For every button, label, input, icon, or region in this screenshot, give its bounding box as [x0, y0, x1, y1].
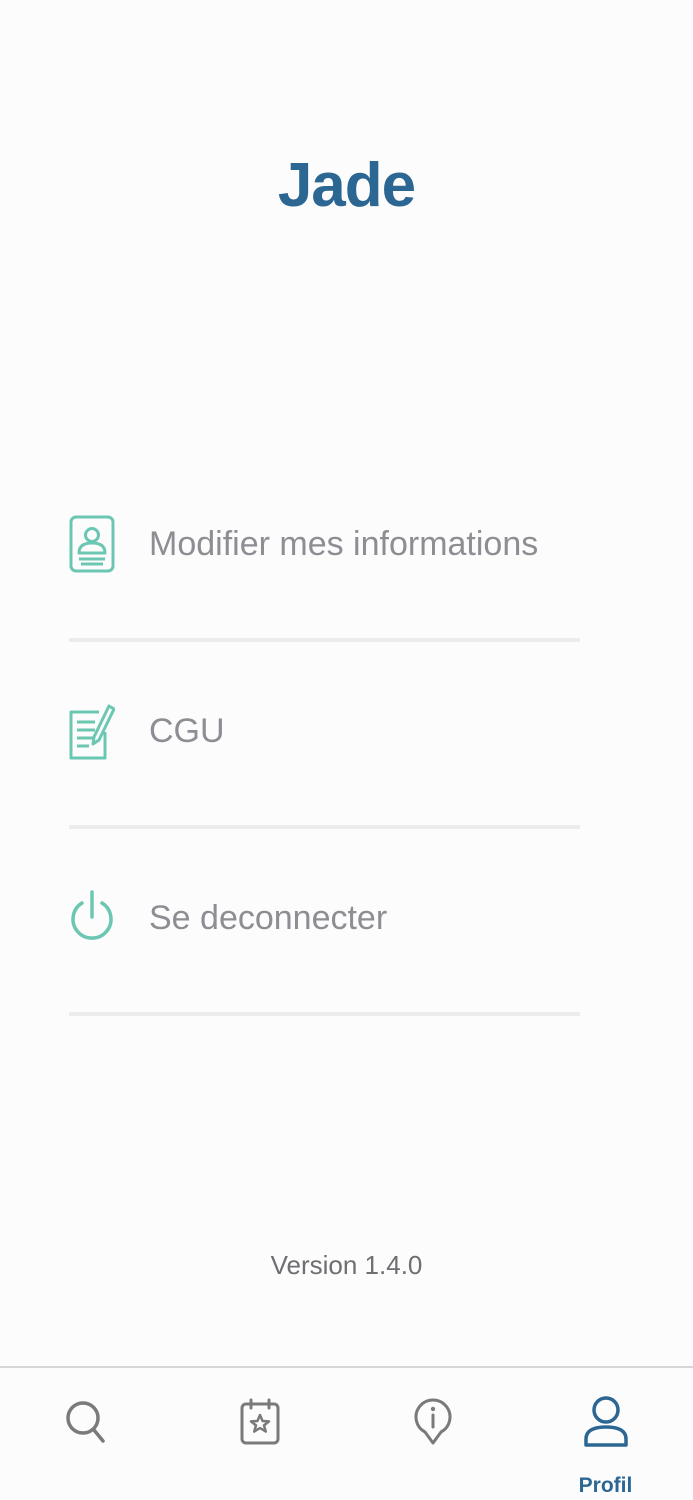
document-edit-icon [69, 702, 116, 760]
profile-card-icon [69, 515, 115, 573]
app-version: Version 1.4.0 [270, 1250, 423, 1280]
tab-search[interactable] [0, 1368, 173, 1500]
tab-events[interactable] [173, 1368, 346, 1500]
profile-menu: Modifier mes informations CGU Se deconne… [69, 455, 580, 1016]
menu-item-label: Modifier mes informations [149, 525, 539, 563]
tab-info[interactable] [346, 1368, 519, 1500]
menu-item-label: Se deconnecter [149, 899, 388, 937]
info-pin-icon [414, 1398, 451, 1445]
menu-item-label: CGU [149, 712, 225, 750]
menu-item-logout[interactable]: Se deconnecter [69, 829, 580, 1016]
menu-item-cgu[interactable]: CGU [69, 642, 580, 829]
page-title: Jade [277, 151, 416, 220]
menu-item-edit-profile[interactable]: Modifier mes informations [69, 455, 580, 642]
search-icon [65, 1401, 105, 1443]
tab-label: Profil [578, 1474, 633, 1497]
user-icon [583, 1396, 628, 1447]
tab-profil[interactable]: Profil [519, 1368, 692, 1500]
calendar-star-icon [240, 1398, 279, 1445]
profile-screen: Jade Modifier mes informations CGU Se de… [0, 0, 693, 1500]
bottom-tab-bar: Profil [0, 1366, 693, 1500]
power-icon [69, 889, 115, 947]
